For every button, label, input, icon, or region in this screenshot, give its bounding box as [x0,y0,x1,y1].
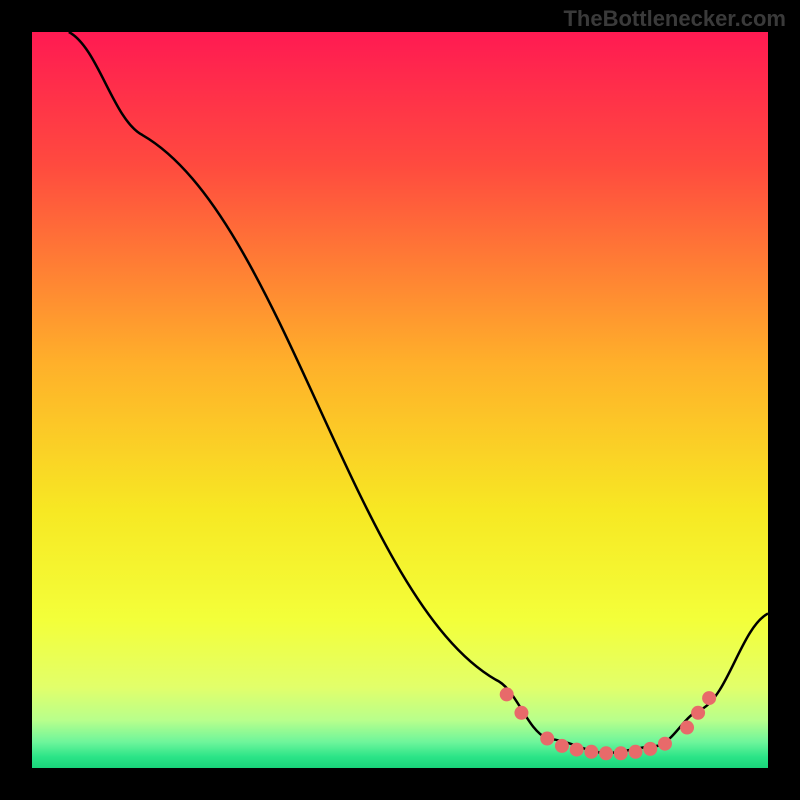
data-marker [514,706,528,720]
data-marker [680,721,694,735]
curve-layer [32,32,768,768]
data-marker [555,739,569,753]
data-marker [500,687,514,701]
data-marker [691,706,705,720]
data-marker [570,743,584,757]
data-marker [702,691,716,705]
data-marker [584,745,598,759]
data-marker [629,745,643,759]
data-marker [658,737,672,751]
bottleneck-curve [69,32,768,753]
data-marker [540,732,554,746]
watermark-text: TheBottlenecker.com [563,6,786,32]
data-marker [643,742,657,756]
data-marker [614,746,628,760]
data-marker [599,746,613,760]
chart-plot-area [32,32,768,768]
